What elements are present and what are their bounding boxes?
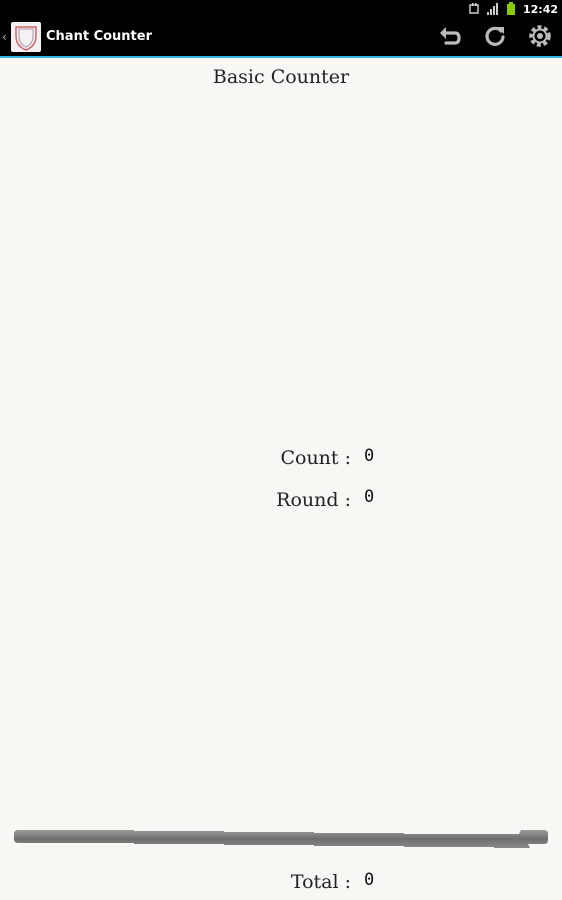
app-title: Chant Counter xyxy=(46,29,152,44)
total-label: Total : xyxy=(290,871,351,893)
progress-divider-bar xyxy=(14,830,548,848)
undo-icon xyxy=(438,25,462,51)
count-label: Count : xyxy=(280,447,351,469)
battery-icon xyxy=(506,0,515,19)
page-title: Basic Counter xyxy=(212,66,350,88)
usb-debug-icon xyxy=(469,0,479,19)
round-label: Round : xyxy=(276,489,351,511)
action-bar: ‹ Chant Counter xyxy=(0,18,562,58)
status-time: 12:42 xyxy=(522,2,558,16)
refresh-icon xyxy=(483,24,507,52)
undo-button[interactable] xyxy=(434,22,466,54)
settings-button[interactable] xyxy=(524,22,556,54)
chevron-left-icon[interactable]: ‹ xyxy=(2,30,7,44)
app-shield-icon[interactable] xyxy=(11,22,41,52)
settings-icon xyxy=(528,24,552,52)
status-bar: 12:42 xyxy=(0,0,562,18)
status-icons: 12:42 xyxy=(469,0,558,18)
count-value: 0 xyxy=(364,446,375,466)
round-value: 0 xyxy=(364,487,375,507)
total-value: 0 xyxy=(364,870,375,890)
reset-button[interactable] xyxy=(479,22,511,54)
signal-icon xyxy=(486,0,499,19)
